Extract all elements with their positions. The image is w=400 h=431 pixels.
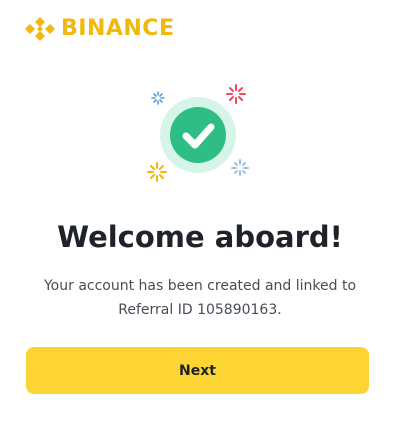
binance-diamond-icon (25, 17, 55, 41)
welcome-title: Welcome aboard! (57, 220, 343, 254)
sparkle-icon (226, 84, 246, 104)
binance-logo: BINANCE (25, 14, 174, 44)
sparkle-icon (151, 91, 165, 105)
welcome-message-line: Your account has been created and linked… (43, 278, 357, 294)
welcome-message-line: Referral ID 105890163. (118, 302, 282, 318)
brand-name: BINANCE (61, 16, 175, 41)
sparkle-icon (231, 159, 249, 176)
next-button[interactable]: Next (26, 347, 369, 394)
success-illustration (140, 80, 260, 190)
sparkle-icon (147, 162, 167, 182)
welcome-message: Your account has been created and linked… (20, 274, 380, 322)
